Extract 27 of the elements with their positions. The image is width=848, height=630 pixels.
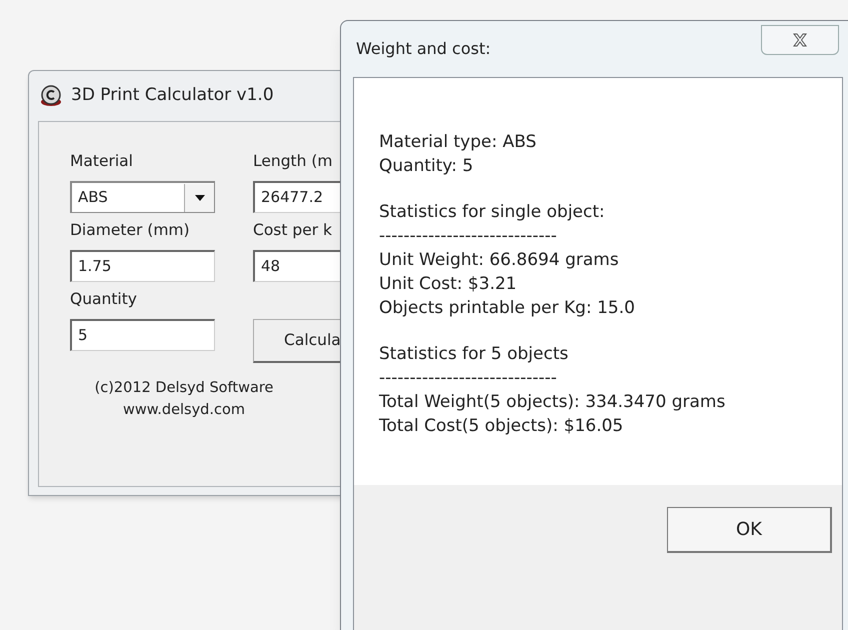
field-label: Length (m — [253, 151, 334, 172]
result-line: Objects printable per Kg: 15.0 — [379, 297, 636, 320]
close-button[interactable] — [761, 25, 839, 55]
input-field[interactable]: 1.75 — [70, 250, 215, 282]
material-dropdown[interactable]: ABS — [70, 181, 215, 213]
result-line: ----------------------------- — [379, 367, 558, 390]
copyright-text: (c)2012 Delsyd Software — [94, 379, 274, 398]
close-icon — [792, 33, 808, 47]
field-label: Diameter (mm) — [70, 220, 191, 241]
result-line: ----------------------------- — [379, 225, 558, 248]
result-line: Unit Weight: 66.8694 grams — [379, 249, 620, 272]
result-line: Statistics for 5 objects — [379, 343, 570, 366]
result-line: Statistics for single object: — [379, 201, 606, 224]
result-line: Unit Cost: $3.21 — [379, 273, 518, 296]
result-line: Total Cost(5 objects): $16.05 — [379, 415, 624, 438]
app-logo-icon — [39, 84, 63, 108]
field-label: Material — [70, 151, 134, 172]
field-label: Quantity — [70, 289, 138, 310]
copyright-text: www.delsyd.com — [123, 401, 245, 420]
ok-button[interactable]: OK — [667, 507, 832, 553]
dialog-title: Weight and cost: — [356, 38, 491, 60]
window-title: 3D Print Calculator v1.0 — [71, 84, 274, 108]
input-field[interactable]: 5 — [70, 319, 215, 351]
result-line: Material type: ABS — [379, 131, 538, 154]
field-label: Cost per k — [253, 220, 334, 241]
result-line: Total Weight(5 objects): 334.3470 grams — [379, 391, 726, 414]
result-line: Quantity: 5 — [379, 155, 474, 178]
